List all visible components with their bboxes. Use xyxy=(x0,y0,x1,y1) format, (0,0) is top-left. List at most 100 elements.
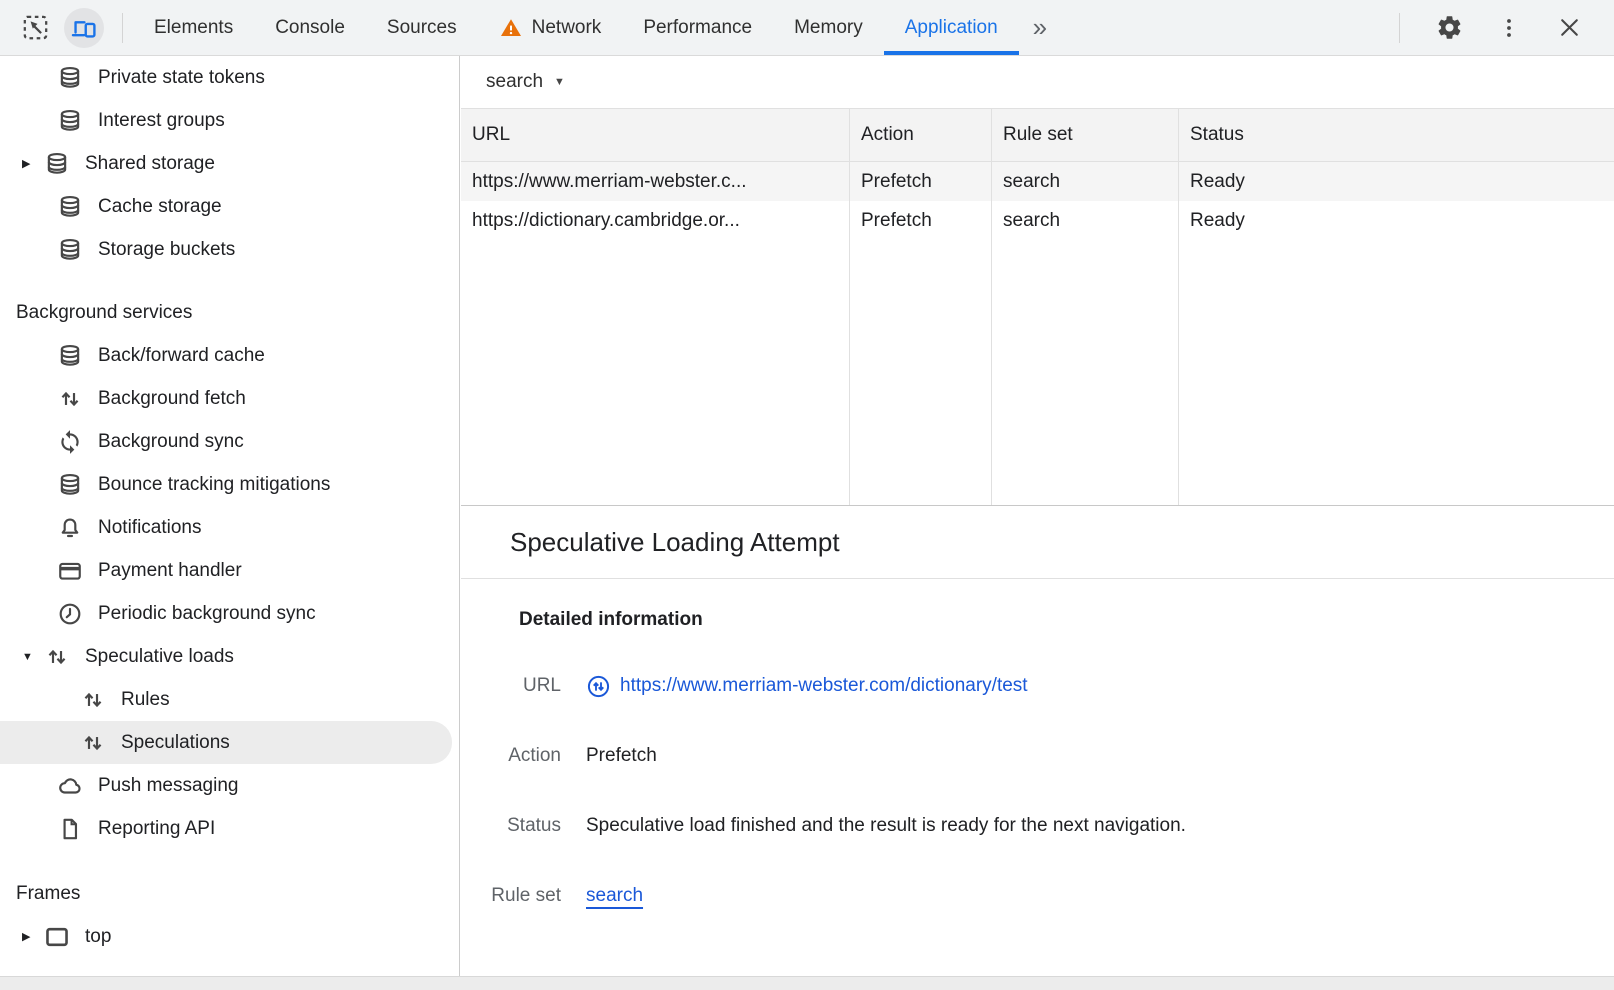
cloud-icon xyxy=(57,773,83,799)
inspect-element-button[interactable] xyxy=(18,11,52,45)
device-toolbar-icon xyxy=(71,15,97,41)
application-sidebar: Private state tokens Interest groups ▶ S… xyxy=(0,56,460,976)
table-cell-status[interactable]: Ready xyxy=(1179,201,1614,240)
sidebar-item-label: Rules xyxy=(121,689,170,711)
column-header-action[interactable]: Action xyxy=(850,109,992,162)
status-label: Status xyxy=(461,813,561,839)
tab-performance[interactable]: Performance xyxy=(622,0,773,55)
database-icon xyxy=(57,194,83,220)
toolbar-divider xyxy=(122,13,123,43)
sidebar-item-label: Interest groups xyxy=(98,110,225,132)
sidebar-item-shared-storage[interactable]: ▶ Shared storage xyxy=(0,142,459,185)
column-header-status[interactable]: Status xyxy=(1179,109,1614,162)
sidebar-item-label: Storage buckets xyxy=(98,239,235,261)
tab-elements[interactable]: Elements xyxy=(133,0,254,55)
sidebar-item-bounce-tracking-mitigations[interactable]: Bounce tracking mitigations xyxy=(0,463,459,506)
column-header-rule-set[interactable]: Rule set xyxy=(992,109,1179,162)
sidebar-item-periodic-background-sync[interactable]: Periodic background sync xyxy=(0,592,459,635)
bottom-edge-strip xyxy=(0,976,1614,990)
sidebar-item-label: Push messaging xyxy=(98,775,238,797)
sidebar-item-background-sync[interactable]: Background sync xyxy=(0,420,459,463)
action-value: Prefetch xyxy=(586,743,657,769)
warning-icon xyxy=(499,16,523,40)
chevron-right-icon[interactable]: ▶ xyxy=(20,930,44,943)
rule-set-link[interactable]: search xyxy=(586,883,643,909)
gear-icon xyxy=(1436,14,1463,41)
ruleset-filter-value: search xyxy=(486,71,543,93)
table-cell-rule-set[interactable]: search xyxy=(992,162,1179,201)
sidebar-item-label: Private state tokens xyxy=(98,67,265,89)
sidebar-item-push-messaging[interactable]: Push messaging xyxy=(0,764,459,807)
table-cell-action[interactable]: Prefetch xyxy=(850,162,992,201)
table-cell-url[interactable]: https://dictionary.cambridge.or... xyxy=(461,201,850,240)
panel-tabs: Elements Console Sources Network Perform… xyxy=(133,0,1061,55)
url-label: URL xyxy=(461,673,561,699)
sidebar-item-storage-buckets[interactable]: Storage buckets xyxy=(0,228,459,271)
sidebar-item-payment-handler[interactable]: Payment handler xyxy=(0,549,459,592)
sidebar-item-reporting-api[interactable]: Reporting API xyxy=(0,807,459,850)
sidebar-item-label: Speculations xyxy=(121,732,230,754)
speculative-load-url-icon xyxy=(586,674,611,699)
attempt-section-title: Speculative Loading Attempt xyxy=(461,506,1614,579)
sidebar-section-frames: Frames xyxy=(0,872,459,915)
sidebar-item-private-state-tokens[interactable]: Private state tokens xyxy=(0,56,459,99)
tab-application[interactable]: Application xyxy=(884,0,1019,55)
tab-network[interactable]: Network xyxy=(478,0,623,55)
tab-console[interactable]: Console xyxy=(254,0,366,55)
sidebar-item-speculative-loads[interactable]: ▼ Speculative loads xyxy=(0,635,459,678)
sidebar-item-interest-groups[interactable]: Interest groups xyxy=(0,99,459,142)
database-icon xyxy=(57,237,83,263)
database-icon xyxy=(57,472,83,498)
ruleset-filter-dropdown[interactable]: search ▼ xyxy=(486,71,565,93)
sidebar-item-label: Cache storage xyxy=(98,196,222,218)
up-down-arrows-icon xyxy=(57,386,83,412)
sidebar-item-label: top xyxy=(85,926,111,948)
sidebar-item-notifications[interactable]: Notifications xyxy=(0,506,459,549)
table-cell-action[interactable]: Prefetch xyxy=(850,201,992,240)
sidebar-item-label: Notifications xyxy=(98,517,202,539)
table-filler xyxy=(992,240,1179,505)
tab-sources[interactable]: Sources xyxy=(366,0,478,55)
table-filler xyxy=(850,240,992,505)
payment-card-icon xyxy=(57,558,83,584)
tab-memory[interactable]: Memory xyxy=(773,0,884,55)
sidebar-item-cache-storage[interactable]: Cache storage xyxy=(0,185,459,228)
more-tabs-icon[interactable]: » xyxy=(1019,0,1061,55)
settings-button[interactable] xyxy=(1432,11,1466,45)
database-icon xyxy=(57,65,83,91)
attempt-url-link[interactable]: https://www.merriam-webster.com/dictiona… xyxy=(620,673,1028,699)
database-icon xyxy=(57,108,83,134)
toggle-device-toolbar-button[interactable] xyxy=(64,8,104,48)
table-filler xyxy=(1179,240,1614,505)
table-cell-rule-set[interactable]: search xyxy=(992,201,1179,240)
sync-icon xyxy=(57,429,83,455)
sidebar-item-label: Reporting API xyxy=(98,818,215,840)
detailed-information-heading: Detailed information xyxy=(519,609,1614,631)
sidebar-item-back-forward-cache[interactable]: Back/forward cache xyxy=(0,334,459,377)
chevron-right-icon[interactable]: ▶ xyxy=(20,157,44,170)
sidebar-item-label: Background fetch xyxy=(98,388,246,410)
sidebar-item-top-frame[interactable]: ▶ top xyxy=(0,915,459,958)
sidebar-item-background-fetch[interactable]: Background fetch xyxy=(0,377,459,420)
sidebar-item-speculations[interactable]: Speculations xyxy=(0,721,452,764)
up-down-arrows-icon xyxy=(80,687,106,713)
clock-icon xyxy=(57,601,83,627)
table-cell-status[interactable]: Ready xyxy=(1179,162,1614,201)
table-cell-url[interactable]: https://www.merriam-webster.c... xyxy=(461,162,850,201)
kebab-menu-icon xyxy=(1497,16,1521,40)
speculations-table: URL Action Rule set Status https://www.m… xyxy=(461,108,1614,506)
devtools-menu-button[interactable] xyxy=(1492,11,1526,45)
chevron-down-icon[interactable]: ▼ xyxy=(20,651,44,663)
devtools-toolbar: Elements Console Sources Network Perform… xyxy=(0,0,1614,56)
sidebar-item-rules[interactable]: Rules xyxy=(0,678,459,721)
inspect-element-icon xyxy=(22,14,49,41)
detail-field-rule-set: Rule set search xyxy=(461,883,1614,909)
table-filler xyxy=(461,240,850,505)
close-devtools-button[interactable] xyxy=(1552,11,1586,45)
detail-field-url: URL https://www.merriam-webster.com/dict… xyxy=(461,673,1614,699)
database-icon xyxy=(57,343,83,369)
sidebar-item-label: Speculative loads xyxy=(85,646,234,668)
detail-field-status: Status Speculative load finished and the… xyxy=(461,813,1614,839)
column-header-url[interactable]: URL xyxy=(461,109,850,162)
rule-set-label: Rule set xyxy=(461,883,561,909)
